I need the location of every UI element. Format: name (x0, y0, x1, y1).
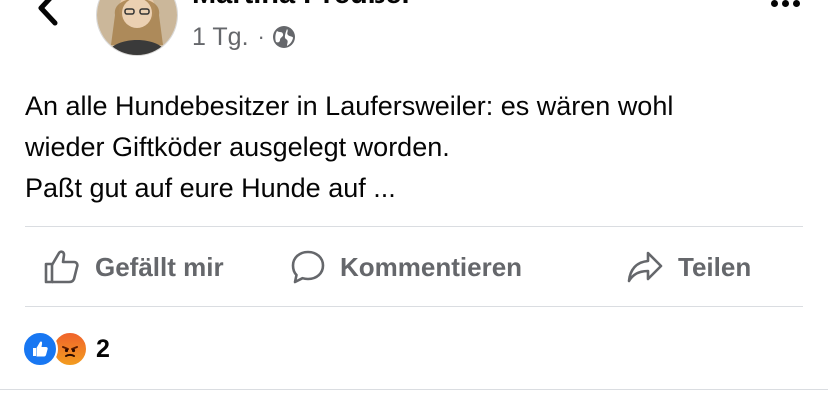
back-button[interactable] (28, 0, 68, 28)
more-dot (793, 0, 800, 7)
globe-icon (272, 26, 295, 48)
comment-button[interactable]: Kommentieren (290, 228, 522, 306)
divider-bottom (25, 306, 803, 307)
comment-label: Kommentieren (340, 251, 523, 282)
share-button[interactable]: Teilen (626, 228, 751, 306)
reaction-count: 2 (96, 334, 110, 363)
post-meta: 1 Tg. · (192, 22, 296, 52)
comment-icon (291, 250, 325, 284)
meta-separator: · (257, 24, 265, 49)
thumbs-up-icon (44, 250, 79, 284)
reaction-summary[interactable]: 2 (22, 331, 110, 367)
avatar[interactable] (96, 0, 178, 56)
more-dot (782, 0, 789, 7)
post-line: An alle Hundebesitzer in Laufersweiler: … (25, 91, 674, 121)
post-text: An alle Hundebesitzer in Laufersweiler: … (25, 86, 805, 209)
divider-top (25, 226, 803, 227)
chevron-left-icon (38, 0, 58, 26)
more-dot (771, 0, 778, 7)
share-icon (627, 251, 663, 283)
post-line: wieder Giftköder ausgelegt worden. (25, 132, 450, 162)
post-time[interactable]: 1 Tg. (192, 23, 249, 52)
like-button[interactable]: Gefällt mir (43, 228, 224, 306)
like-reaction-icon (22, 331, 58, 367)
action-bar: Gefällt mir Kommentieren Teilen (0, 228, 828, 306)
author-name[interactable]: Martina Preußer (192, 0, 413, 11)
post-line: Paßt gut auf eure Hunde auf ... (25, 173, 396, 203)
like-label: Gefällt mir (95, 251, 224, 282)
more-options-button[interactable] (771, 0, 800, 7)
divider-end (0, 389, 828, 390)
share-label: Teilen (678, 251, 752, 282)
